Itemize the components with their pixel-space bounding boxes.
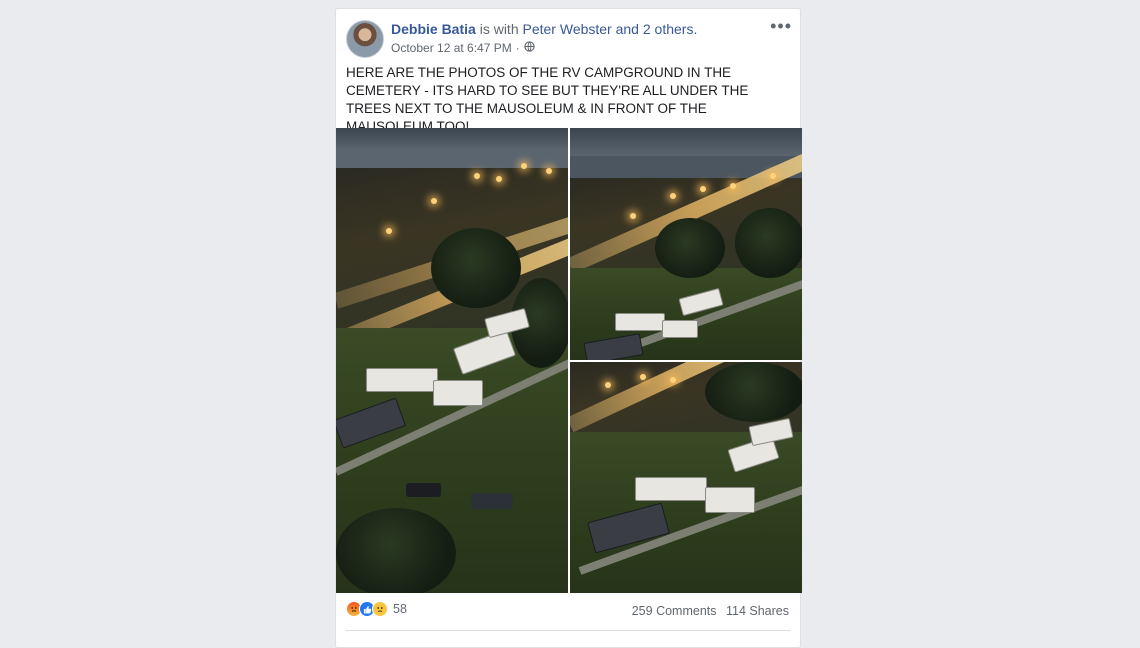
post-header: Debbie Batia is with Peter Webster and 2… bbox=[391, 21, 697, 37]
photo-rv-campground-3[interactable] bbox=[570, 362, 802, 593]
shares-count-link[interactable]: 114 Shares bbox=[726, 604, 789, 618]
tagged-people-link[interactable]: Peter Webster and 2 others. bbox=[523, 21, 698, 37]
more-options-icon[interactable]: ••• bbox=[770, 17, 792, 35]
post-stats: 259 Comments 114 Shares bbox=[626, 604, 789, 618]
author-avatar[interactable] bbox=[346, 20, 384, 58]
post-text: HERE ARE THE PHOTOS OF THE RV CAMPGROUND… bbox=[346, 65, 749, 134]
globe-icon[interactable] bbox=[524, 41, 535, 55]
meta-separator: · bbox=[515, 41, 520, 55]
post-meta: October 12 at 6:47 PM · bbox=[391, 41, 535, 55]
photo-rv-campground-2[interactable] bbox=[570, 128, 802, 360]
author-name-link[interactable]: Debbie Batia bbox=[391, 21, 476, 37]
sad-reaction-icon bbox=[372, 601, 388, 617]
footer-divider bbox=[346, 630, 790, 631]
post-card: Debbie Batia is with Peter Webster and 2… bbox=[335, 8, 802, 648]
comments-count-link[interactable]: 259 Comments bbox=[632, 604, 717, 618]
timestamp-link[interactable]: October 12 at 6:47 PM bbox=[391, 41, 512, 55]
photo-rv-campground-1[interactable] bbox=[336, 128, 568, 593]
with-text: is with bbox=[479, 21, 519, 37]
reaction-count: 58 bbox=[393, 602, 407, 616]
reactions-summary[interactable]: 58 bbox=[346, 601, 407, 617]
